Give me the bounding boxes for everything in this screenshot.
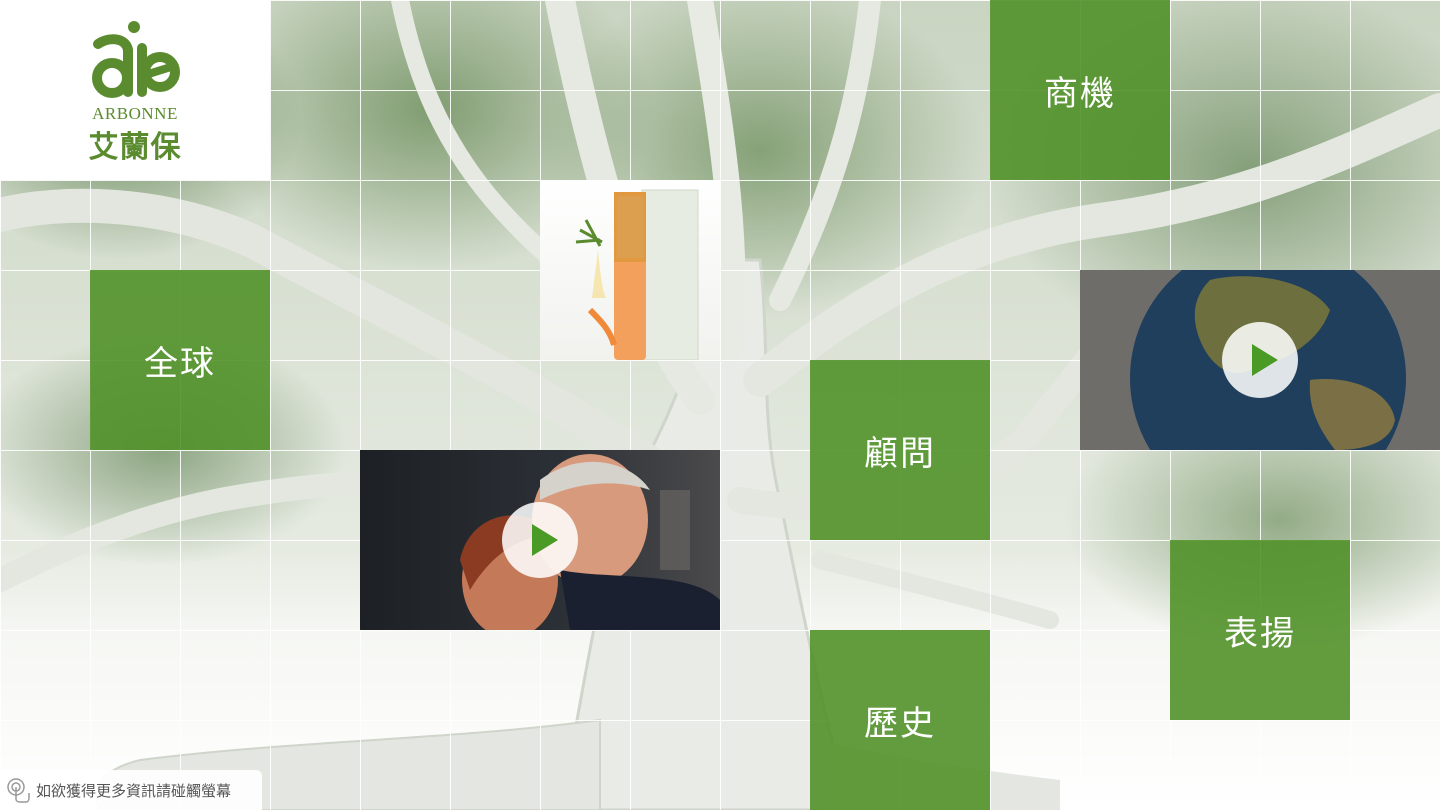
product-image-tile[interactable] [540,180,720,360]
tile-recognition[interactable]: 表揚 [1170,540,1350,720]
tile-label: 表揚 [1224,613,1296,654]
touch-icon [7,778,30,803]
brand-chinese-name: 艾蘭保 [88,130,182,165]
arbonne-logo-icon [92,21,180,98]
brand-name: ARBONNE [92,104,178,123]
product-bottle-image [575,189,699,360]
tile-label: 商機 [1044,73,1116,114]
touch-hint-text: 如欲獲得更多資訊請碰觸螢幕 [36,781,232,800]
touch-hint: 如欲獲得更多資訊請碰觸螢幕 [0,770,262,810]
tile-consultants[interactable]: 顧問 [810,360,990,540]
logo-tile: ARBONNE 艾蘭保 [0,0,270,180]
play-icon[interactable] [502,502,578,578]
tile-opportunity[interactable]: 商機 [990,0,1170,180]
tile-history[interactable]: 歷史 [810,630,990,810]
tile-global[interactable]: 全球 [90,270,270,450]
tile-label: 顧問 [864,433,936,474]
tile-label: 全球 [144,343,216,384]
video-tile-globe[interactable] [1080,270,1440,450]
video-tile-couple[interactable] [360,450,720,630]
tile-label: 歷史 [864,703,936,744]
play-icon[interactable] [1222,322,1298,398]
